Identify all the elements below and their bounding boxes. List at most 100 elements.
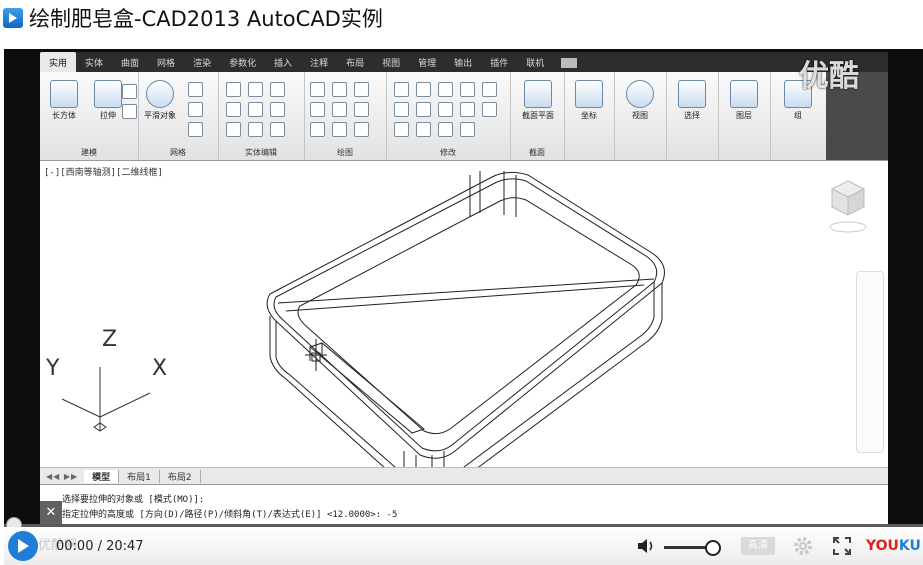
smooth-object-icon <box>146 80 174 108</box>
ribbon-tab-insert[interactable]: 插入 <box>265 56 301 72</box>
ribbon-tab-online[interactable]: 联机 <box>517 56 553 72</box>
mesh-crease-icon[interactable] <box>188 122 203 137</box>
rotate-icon[interactable] <box>416 102 431 117</box>
trim-icon[interactable] <box>460 82 475 97</box>
rectangle-icon[interactable] <box>332 82 347 97</box>
sweep-icon[interactable] <box>122 104 137 119</box>
intersect-icon[interactable] <box>226 122 241 137</box>
coordinates-button[interactable]: 坐标 <box>575 80 603 121</box>
panel-view: 视图 <box>614 72 667 160</box>
ribbon-tab-layout[interactable]: 布局 <box>337 56 373 72</box>
point-icon[interactable] <box>354 122 369 137</box>
axis-label-z: Z <box>102 327 118 352</box>
slice-icon[interactable] <box>248 102 263 117</box>
gear-icon[interactable] <box>792 535 814 557</box>
ribbon-tab-output[interactable]: 输出 <box>445 56 481 72</box>
extrude-icon <box>94 80 122 108</box>
volume-slider-knob[interactable] <box>704 540 721 556</box>
panel-label-draw: 绘图 <box>337 148 353 157</box>
subtract-icon[interactable] <box>226 102 241 117</box>
panel-label-section: 截面 <box>529 148 545 157</box>
layout-tab-model[interactable]: 模型 <box>84 469 120 483</box>
soap-box-wireframe <box>61 171 665 467</box>
panel-label-modify: 修改 <box>440 148 456 157</box>
axis-label-x: X <box>152 356 168 381</box>
panel-solid-edit: 实体编辑 <box>218 72 305 160</box>
polyline-icon[interactable] <box>310 82 325 97</box>
youku-logo[interactable]: YOUKU <box>866 538 921 554</box>
copy-icon[interactable] <box>394 102 409 117</box>
scale-icon[interactable] <box>438 122 453 137</box>
video-player[interactable]: 实用 实体 曲面 网格 渲染 参数化 插入 注释 布局 视图 管理 输出 插件 … <box>4 49 923 565</box>
ribbon-tab-plugins[interactable]: 插件 <box>481 56 517 72</box>
layers-icon <box>730 80 758 108</box>
panel-label-modeling: 建模 <box>81 148 97 157</box>
extrude-button[interactable]: 拉伸 <box>94 80 122 121</box>
fillet-edge-icon[interactable] <box>248 82 263 97</box>
ribbon-tab-manage[interactable]: 管理 <box>409 56 445 72</box>
section-plane-button[interactable]: 截面平面 <box>522 80 554 121</box>
ribbon-minimize-icon[interactable] <box>561 58 578 68</box>
volume-icon[interactable] <box>636 536 658 556</box>
line-icon[interactable] <box>332 102 347 117</box>
separate-icon[interactable] <box>270 102 285 117</box>
ribbon-tab-annotate[interactable]: 注释 <box>301 56 337 72</box>
presspull-icon[interactable] <box>122 84 137 99</box>
viewcube[interactable] <box>826 177 870 239</box>
fillet-icon[interactable] <box>482 102 497 117</box>
mesh-refine-icon[interactable] <box>188 102 203 117</box>
panel-layers: 图层 <box>718 72 771 160</box>
move-icon[interactable] <box>416 82 431 97</box>
panel-section: 截面平面 截面 <box>510 72 565 160</box>
command-prompt-line[interactable]: 指定拉伸的高度或 [方向(D)/路径(P)/倾斜角(T)/表达式(E)] <12… <box>62 507 397 520</box>
offset-icon[interactable] <box>482 82 497 97</box>
extract-edges-icon[interactable] <box>270 122 285 137</box>
quality-button[interactable]: 高清 <box>741 537 775 555</box>
command-line[interactable]: 选择要拉伸的对象或 [模式(MO)]: 指定拉伸的高度或 [方向(D)/路径(P… <box>40 484 888 524</box>
layout-tab-bar: ◀◀ ▶▶ 模型 布局1 布局2 <box>40 467 888 484</box>
panel-modify: 修改 <box>386 72 511 160</box>
layout-tab-layout1[interactable]: 布局1 <box>119 469 160 483</box>
play-icon <box>18 539 29 553</box>
box-button[interactable]: 长方体 <box>50 80 78 121</box>
ribbon-tab-view[interactable]: 视图 <box>373 56 409 72</box>
navigation-bar[interactable] <box>856 271 884 453</box>
layers-button[interactable]: 图层 <box>730 80 758 121</box>
rotate-3d-icon[interactable] <box>438 102 453 117</box>
ribbon-tab-solid[interactable]: 实体 <box>76 56 112 72</box>
erase-icon[interactable] <box>394 122 409 137</box>
thicken-icon[interactable] <box>248 122 263 137</box>
spline-icon[interactable] <box>310 102 325 117</box>
ribbon-tab-home[interactable]: 实用 <box>40 52 77 72</box>
ellipse-icon[interactable] <box>332 122 347 137</box>
explode-icon[interactable] <box>394 82 409 97</box>
view-button[interactable]: 视图 <box>626 80 654 121</box>
layout-tab-layout2[interactable]: 布局2 <box>160 469 201 483</box>
layout-nav-arrows-icon[interactable]: ◀◀ ▶▶ <box>40 472 84 481</box>
mesh-smooth-icon[interactable] <box>188 82 203 97</box>
ribbon-tab-parametric[interactable]: 参数化 <box>220 56 265 72</box>
play-button[interactable] <box>8 531 38 561</box>
selection-button[interactable]: 选择 <box>678 80 706 121</box>
drawing-viewport[interactable]: [-][西南等轴测][二维线框] Z Y X <box>40 161 888 467</box>
ribbon-tab-surface[interactable]: 曲面 <box>112 56 148 72</box>
move-3d-icon[interactable] <box>438 82 453 97</box>
view-sphere-icon <box>626 80 654 108</box>
ribbon-panel-area: 长方体 拉伸 建模 平滑对象 网格 实体编辑 绘图 修改 截面平面 截面 坐标 … <box>40 72 888 161</box>
command-line-close-icon[interactable]: ✕ <box>40 501 62 525</box>
solid-edit-icon[interactable] <box>270 82 285 97</box>
mirror-icon[interactable] <box>416 122 431 137</box>
polygon-icon[interactable] <box>310 122 325 137</box>
arc-icon[interactable] <box>354 82 369 97</box>
ribbon-tab-mesh[interactable]: 网格 <box>148 56 184 72</box>
union-icon[interactable] <box>226 82 241 97</box>
smooth-object-button[interactable]: 平滑对象 <box>144 80 176 121</box>
axis-label-y: Y <box>46 356 60 381</box>
ribbon-tab-render[interactable]: 渲染 <box>184 56 220 72</box>
section-plane-icon <box>524 80 552 108</box>
fullscreen-icon[interactable] <box>832 536 852 556</box>
circle-icon[interactable] <box>354 102 369 117</box>
command-history-line: 选择要拉伸的对象或 [模式(MO)]: <box>62 495 205 505</box>
align-icon[interactable] <box>460 102 475 117</box>
array-icon[interactable] <box>460 122 475 137</box>
